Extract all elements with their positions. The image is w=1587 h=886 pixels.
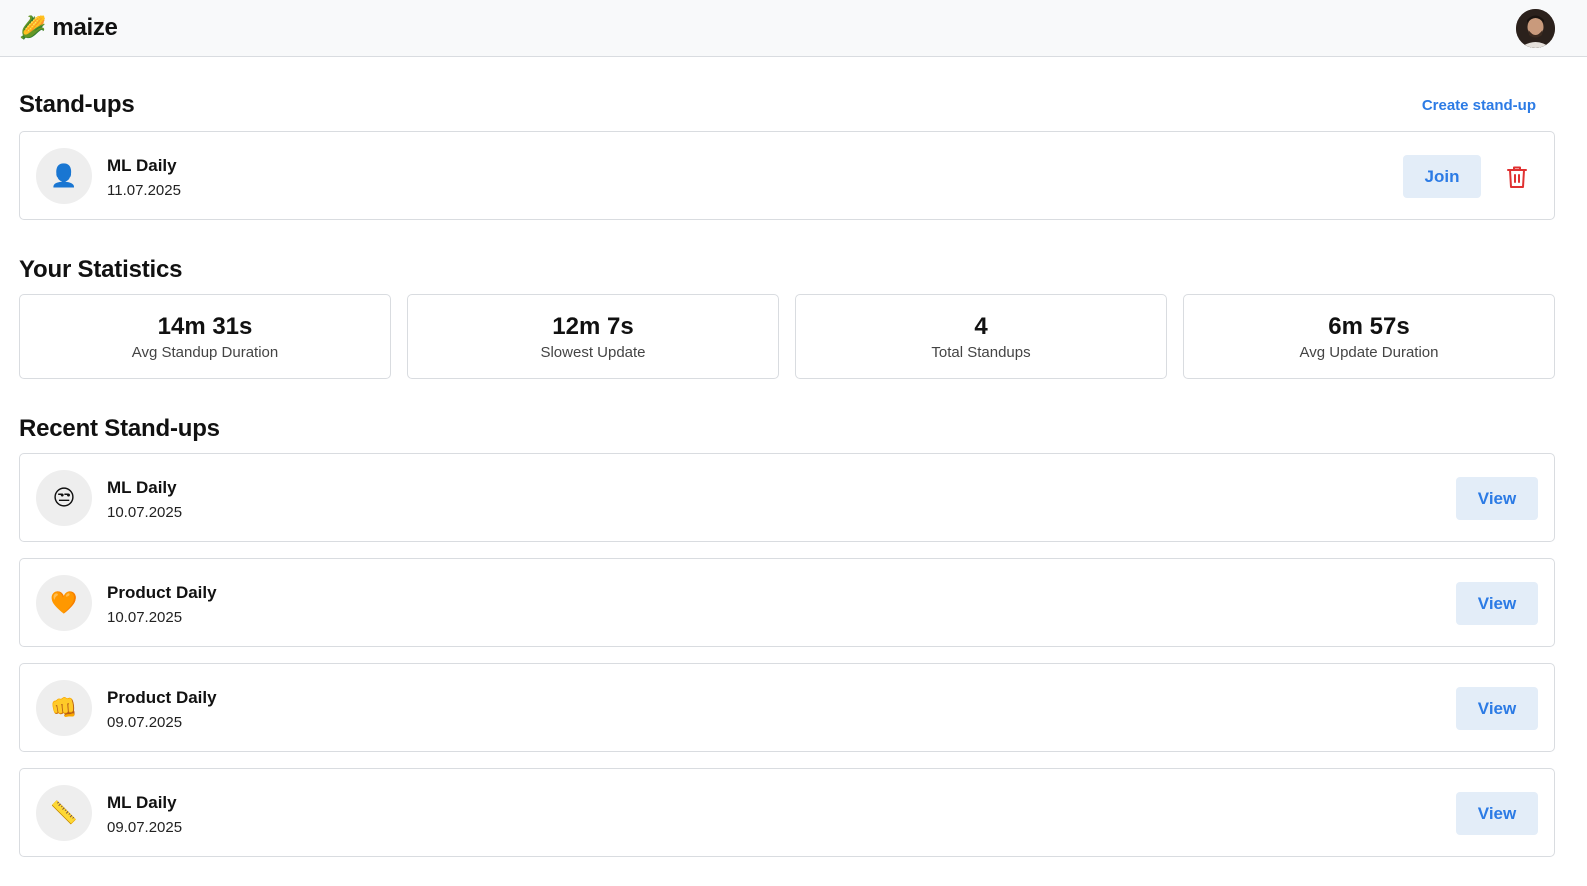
standup-name: ML Daily	[107, 478, 177, 497]
recent-standups-list: 😒 ML Daily 10.07.2025 View 🧡 Product Dai…	[19, 453, 1555, 857]
join-button[interactable]: Join	[1403, 155, 1481, 198]
trash-icon[interactable]	[1504, 164, 1530, 190]
view-button[interactable]: View	[1456, 477, 1538, 520]
stat-value: 6m 57s	[1328, 313, 1410, 340]
standup-info: ML Daily 10.07.2025	[107, 477, 182, 523]
standup-date: 10.07.2025	[107, 609, 183, 626]
standup-info: ML Daily 11.07.2025	[107, 155, 181, 201]
stat-label: Avg Update Duration	[1299, 344, 1439, 361]
orange-heart-icon: 🧡	[36, 575, 92, 631]
stat-label: Slowest Update	[540, 344, 646, 361]
stat-label: Total Standups	[931, 344, 1031, 361]
user-avatar[interactable]	[1516, 9, 1555, 48]
standup-info: ML Daily 09.07.2025	[107, 792, 182, 838]
corn-logo-icon: 🌽	[19, 15, 47, 40]
active-standup-card: 👤 ML Daily 11.07.2025 Join	[19, 131, 1555, 220]
stat-value: 12m 7s	[552, 313, 634, 340]
create-standup-link[interactable]: Create stand-up	[1422, 97, 1536, 114]
stat-card-total-standups: 4 Total Standups	[795, 294, 1167, 379]
standup-date: 10.07.2025	[107, 504, 183, 521]
brand[interactable]: 🌽 maize	[19, 14, 118, 42]
ruler-icon: 📏	[36, 785, 92, 841]
standup-date: 09.07.2025	[107, 714, 183, 731]
standup-emoji-icon: 👤	[36, 148, 92, 204]
standup-name: ML Daily	[107, 793, 177, 812]
stat-card-avg-standup: 14m 31s Avg Standup Duration	[19, 294, 391, 379]
fist-bump-icon: 👊	[36, 680, 92, 736]
stat-value: 4	[974, 313, 988, 340]
main-content: Stand-ups Create stand-up 👤 ML Daily 11.…	[0, 57, 1587, 857]
brand-name: maize	[52, 14, 118, 41]
standup-date: 11.07.2025	[107, 182, 181, 199]
view-button[interactable]: View	[1456, 582, 1538, 625]
standup-info: Product Daily 10.07.2025	[107, 582, 217, 628]
statistics-row: 14m 31s Avg Standup Duration 12m 7s Slow…	[19, 294, 1555, 379]
top-navbar: 🌽 maize	[0, 0, 1587, 57]
standup-date: 09.07.2025	[107, 819, 183, 836]
standup-name: Product Daily	[107, 688, 217, 707]
view-button[interactable]: View	[1456, 792, 1538, 835]
standup-info: Product Daily 09.07.2025	[107, 687, 217, 733]
standups-header: Stand-ups Create stand-up	[19, 57, 1555, 131]
statistics-title: Your Statistics	[19, 256, 183, 283]
unamused-face-icon: 😒	[36, 470, 92, 526]
standups-title: Stand-ups	[19, 91, 135, 118]
stat-label: Avg Standup Duration	[131, 344, 279, 361]
recent-standups-title: Recent Stand-ups	[19, 415, 220, 442]
recent-standup-card: 😒 ML Daily 10.07.2025 View	[19, 453, 1555, 542]
standup-name: ML Daily	[107, 156, 177, 175]
stat-card-slowest-update: 12m 7s Slowest Update	[407, 294, 779, 379]
standup-name: Product Daily	[107, 583, 217, 602]
recent-standup-card: 👊 Product Daily 09.07.2025 View	[19, 663, 1555, 752]
stat-value: 14m 31s	[157, 313, 253, 340]
recent-standup-card: 🧡 Product Daily 10.07.2025 View	[19, 558, 1555, 647]
view-button[interactable]: View	[1456, 687, 1538, 730]
stat-card-avg-update: 6m 57s Avg Update Duration	[1183, 294, 1555, 379]
recent-standup-card: 📏 ML Daily 09.07.2025 View	[19, 768, 1555, 857]
